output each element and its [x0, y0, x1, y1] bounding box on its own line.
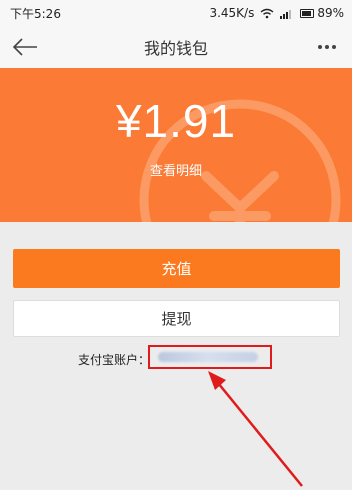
- battery-level: 89%: [317, 6, 344, 20]
- back-button[interactable]: [8, 33, 42, 61]
- balance-amount: ¥1.91: [115, 95, 237, 147]
- withdraw-button[interactable]: 提现: [13, 300, 340, 337]
- recharge-button[interactable]: 充值: [13, 249, 340, 288]
- top-bar: 我的钱包: [0, 26, 352, 68]
- network-speed: 3.45K/s: [209, 6, 255, 20]
- view-details-link[interactable]: 查看明细: [0, 160, 352, 179]
- more-dot-icon: [332, 45, 336, 49]
- more-dot-icon: [325, 45, 329, 49]
- status-bar: 下午5:26 3.45K/s 89%: [0, 0, 352, 26]
- more-options-button[interactable]: [310, 33, 344, 61]
- alipay-account-redacted: [158, 352, 258, 362]
- status-time: 下午5:26: [10, 6, 61, 21]
- alipay-account-highlight: [148, 345, 272, 369]
- signal-icon: [280, 9, 292, 19]
- battery-icon: [300, 8, 315, 18]
- battery-indicator: 89%: [300, 6, 344, 20]
- more-dot-icon: [318, 45, 322, 49]
- arrow-left-icon: [12, 38, 37, 56]
- alipay-account-row: 支付宝账户：: [78, 345, 272, 369]
- wifi-icon: [260, 8, 274, 18]
- alipay-account-label: 支付宝账户：: [78, 352, 151, 367]
- balance-panel: ¥1.91 查看明细: [0, 68, 352, 222]
- page-title: 我的钱包: [143, 39, 208, 58]
- status-right: 3.45K/s 89%: [209, 6, 344, 20]
